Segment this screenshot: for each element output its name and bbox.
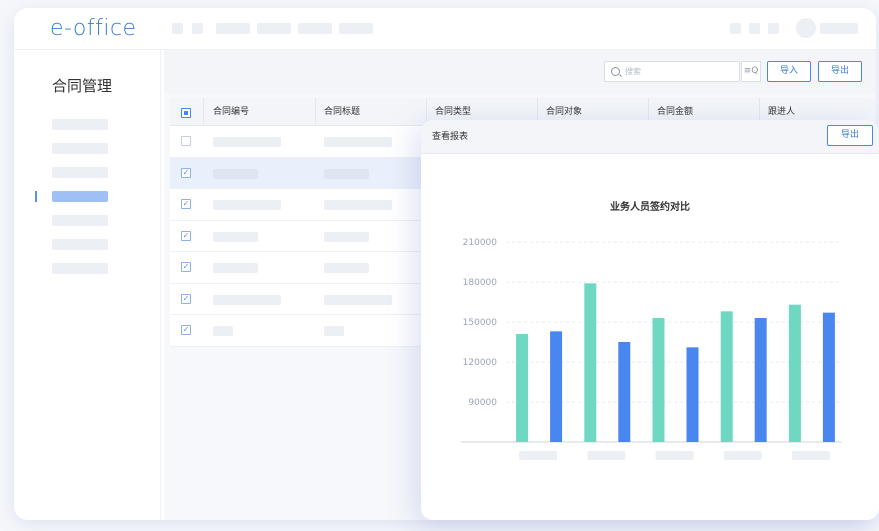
row-checkbox[interactable]: ✓: [181, 167, 191, 178]
import-button[interactable]: 导入: [767, 61, 811, 82]
column-header[interactable]: 合同编号: [213, 98, 249, 126]
cell-placeholder: [213, 326, 233, 336]
bar: [516, 334, 529, 442]
row-checkbox[interactable]: ✓: [181, 262, 191, 272]
sidebar-item-active[interactable]: [52, 191, 108, 202]
sidebar-item[interactable]: [52, 263, 108, 274]
sidebar-item[interactable]: [52, 167, 108, 178]
bar: [550, 331, 563, 442]
nav-placeholder[interactable]: [192, 23, 203, 34]
app-logo[interactable]: e-office: [50, 16, 137, 41]
user-name-placeholder: [820, 23, 858, 34]
advanced-search-button[interactable]: ≡Q: [741, 61, 761, 82]
bar: [618, 342, 631, 442]
x-tick-label-placeholder: [587, 451, 626, 460]
bar: [788, 304, 801, 442]
cell-placeholder: [324, 200, 392, 210]
avatar[interactable]: [796, 18, 816, 38]
cell-placeholder: [213, 168, 258, 179]
y-tick-label: 90000: [468, 398, 497, 408]
cell-placeholder: [324, 294, 392, 305]
x-tick-label-placeholder: [723, 451, 762, 460]
report-panel: 查看报表 导出 业务人员签约对比 90000 120000 150000 180000…: [421, 120, 879, 520]
row-checkbox[interactable]: [181, 136, 191, 146]
cell-placeholder: [213, 231, 258, 242]
x-tick-label-placeholder: [791, 451, 830, 460]
y-tick-label: 150000: [463, 318, 498, 328]
cell-placeholder: [324, 231, 369, 242]
x-tick-label-placeholder: [519, 451, 558, 460]
sidebar-item[interactable]: [52, 119, 108, 130]
bar-chart: 90000 120000 150000 180000 210000: [461, 238, 842, 460]
search-icon: [611, 67, 620, 76]
bar: [652, 318, 665, 442]
select-all-checkbox[interactable]: [181, 108, 191, 118]
toolbar: 搜索 ≡Q 导入 导出: [164, 50, 876, 94]
y-tick-label: 210000: [463, 238, 498, 248]
sidebar-title: 合同管理: [52, 77, 113, 95]
sidebar: 合同管理: [14, 50, 161, 520]
cell-placeholder: [213, 200, 281, 210]
active-indicator: [35, 191, 37, 202]
row-checkbox[interactable]: ✓: [181, 199, 191, 209]
nav-placeholder[interactable]: [172, 23, 183, 34]
search-input[interactable]: 搜索: [604, 61, 740, 82]
bar: [720, 311, 733, 442]
nav-placeholder[interactable]: [298, 23, 332, 34]
row-checkbox[interactable]: ✓: [181, 293, 191, 304]
nav-placeholder[interactable]: [339, 23, 373, 34]
cell-placeholder: [213, 137, 281, 147]
sidebar-item[interactable]: [52, 215, 108, 226]
bar: [822, 312, 835, 442]
bar: [686, 347, 699, 442]
bar: [584, 283, 597, 442]
top-bar: e-office: [14, 8, 876, 50]
cell-placeholder: [324, 326, 344, 336]
sidebar-item[interactable]: [52, 239, 108, 250]
cell-placeholder: [324, 263, 369, 273]
nav-placeholder[interactable]: [257, 23, 291, 34]
y-tick-label: 180000: [463, 278, 498, 288]
nav-placeholder[interactable]: [216, 23, 250, 34]
column-header[interactable]: 合同标题: [324, 98, 360, 126]
header-icon-placeholder[interactable]: [730, 23, 741, 34]
cell-placeholder: [324, 168, 369, 179]
header-icon-placeholder[interactable]: [749, 23, 760, 34]
bar: [754, 318, 767, 442]
y-tick-label: 120000: [463, 358, 498, 368]
sidebar-item[interactable]: [52, 143, 108, 154]
row-checkbox[interactable]: ✓: [181, 325, 191, 335]
cell-placeholder: [324, 137, 392, 147]
search-placeholder: 搜索: [625, 67, 641, 76]
export-button[interactable]: 导出: [818, 61, 862, 82]
x-tick-label-placeholder: [655, 451, 694, 460]
cell-placeholder: [213, 263, 258, 273]
cell-placeholder: [213, 294, 281, 305]
row-checkbox[interactable]: ✓: [181, 230, 191, 241]
header-icon-placeholder[interactable]: [768, 23, 779, 34]
